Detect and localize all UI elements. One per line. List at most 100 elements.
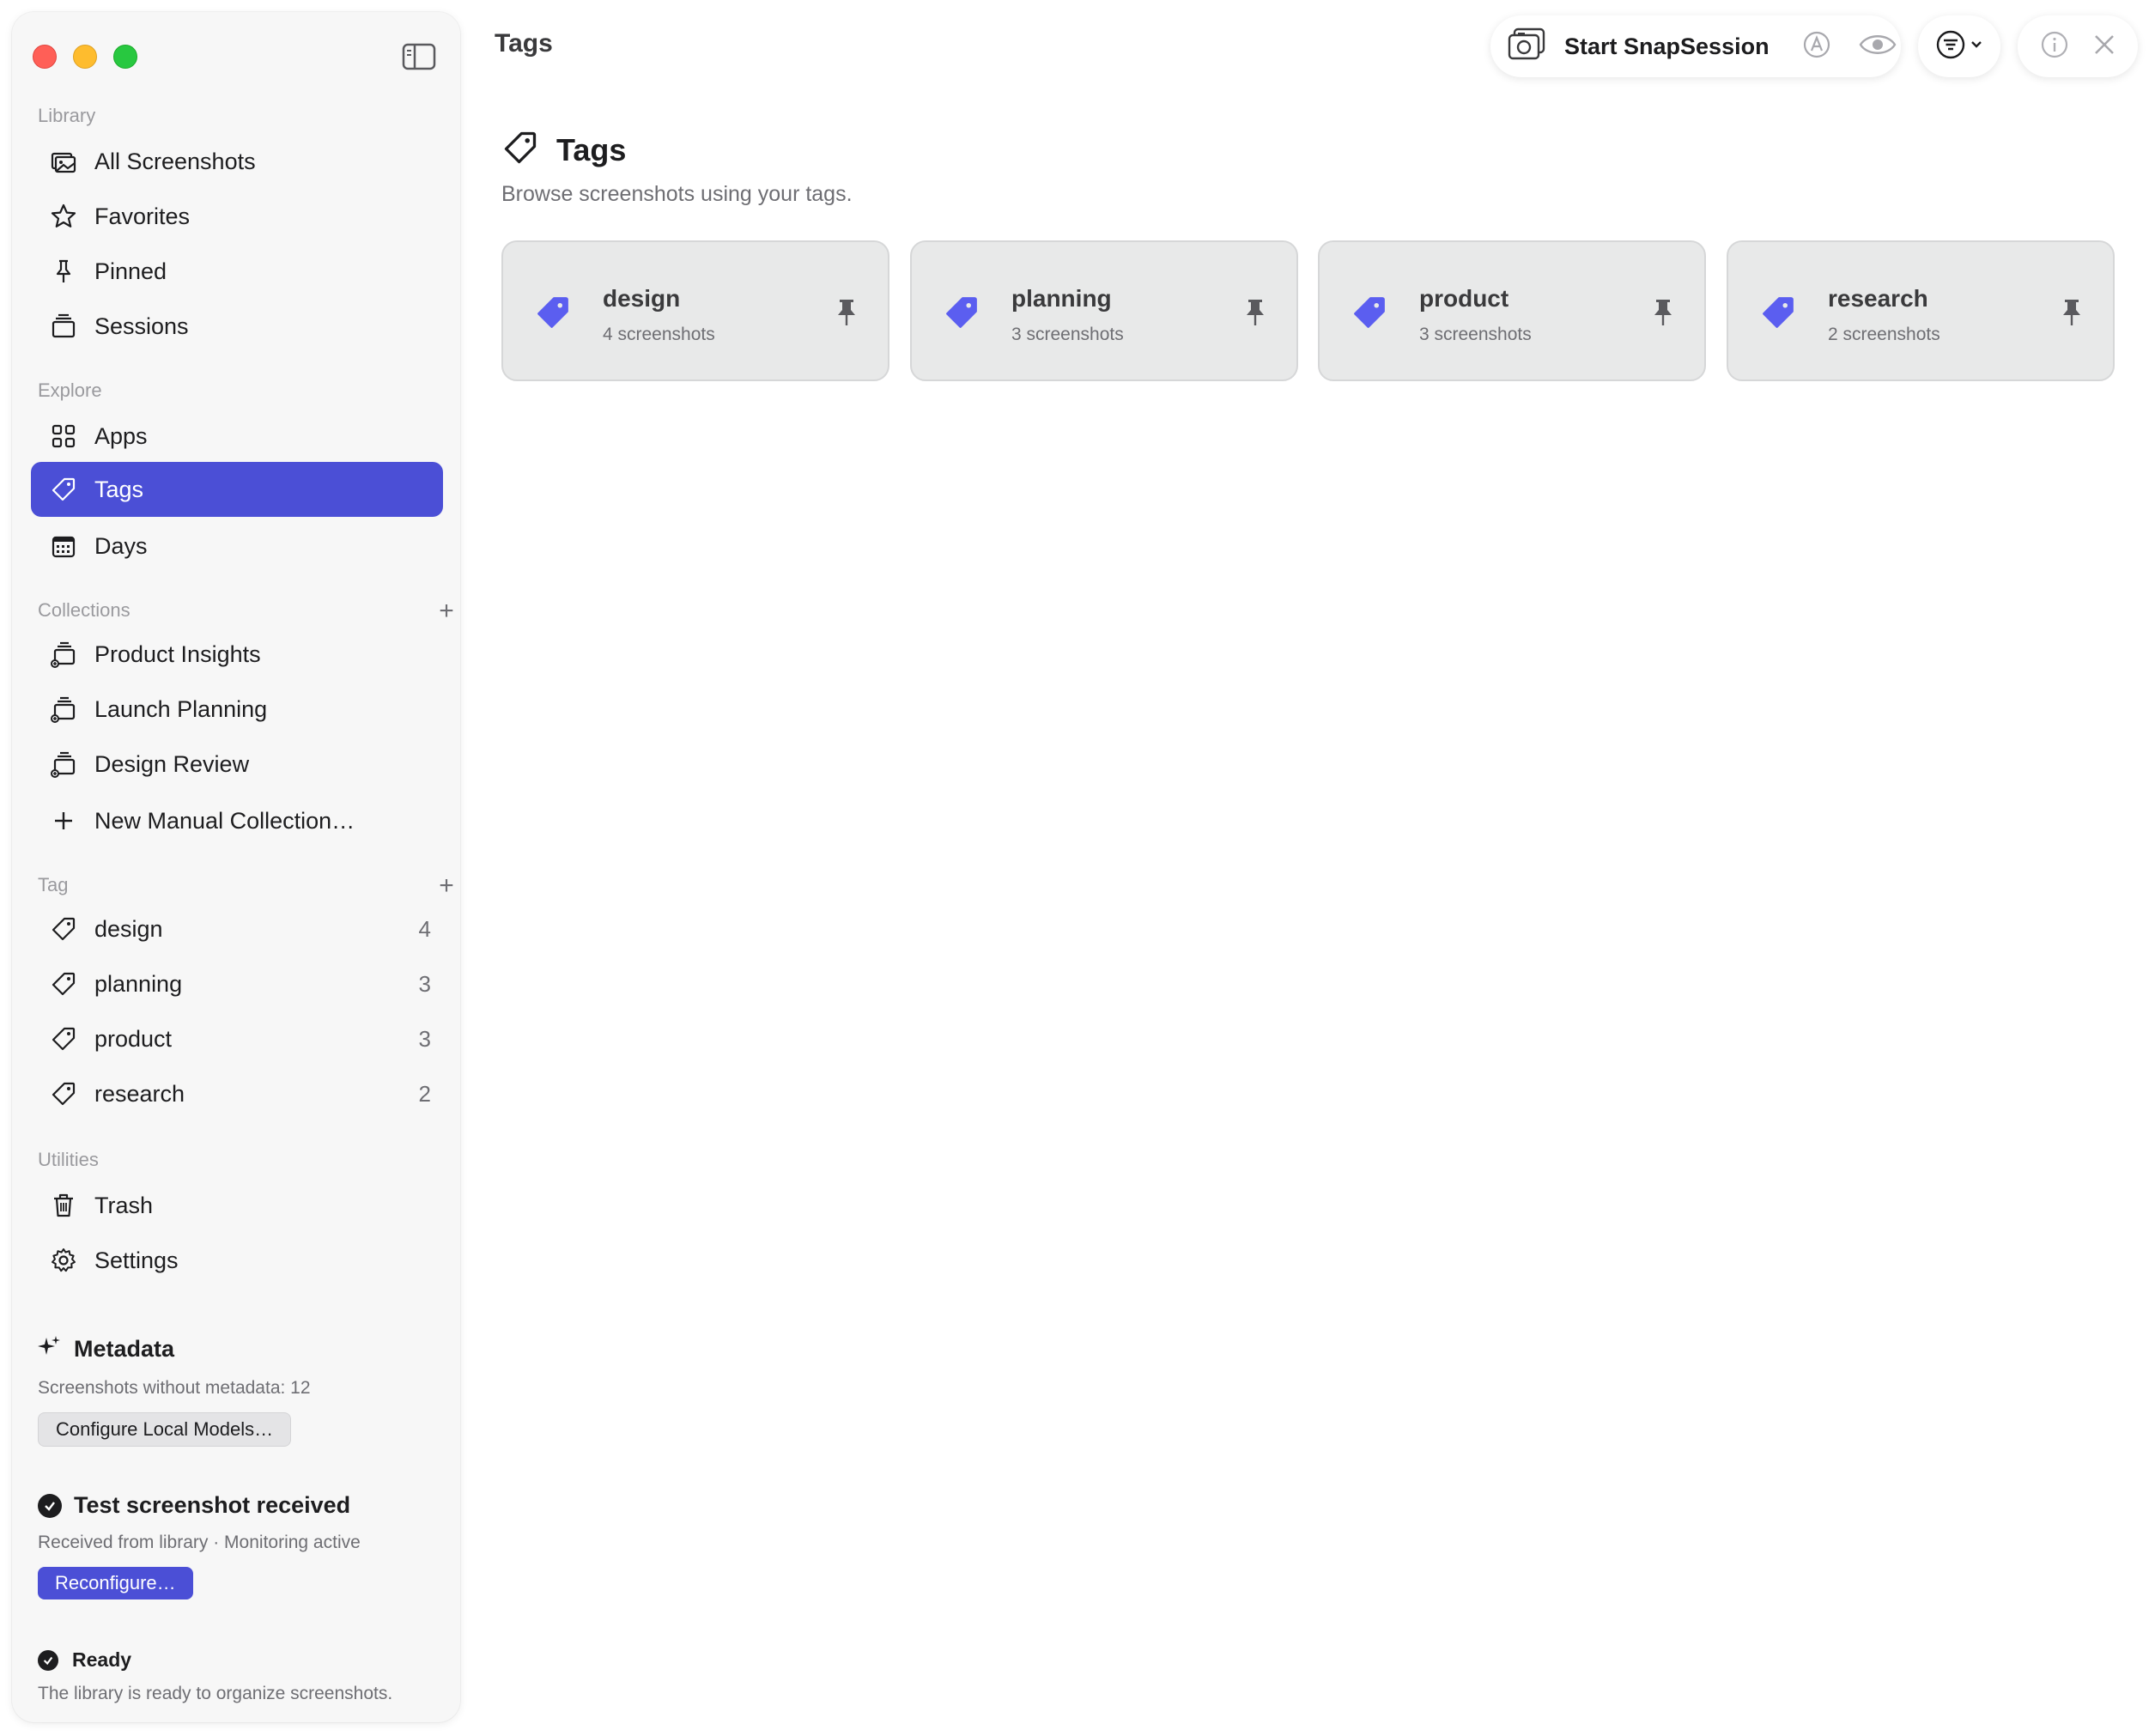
sidebar-item-days[interactable]: Days: [31, 519, 443, 574]
tag-icon: [48, 914, 79, 944]
sidebar-item-apps[interactable]: Apps: [31, 409, 443, 464]
trash-icon: [48, 1190, 79, 1221]
page-title: Tags: [556, 131, 627, 167]
sidebar-item-label: Design Review: [94, 750, 250, 777]
reconfigure-button[interactable]: Reconfigure…: [38, 1567, 193, 1599]
tag-card-research[interactable]: research 2 screenshots: [1727, 240, 2115, 381]
sidebar-item-label: Launch Planning: [94, 695, 268, 722]
pin-icon[interactable]: [2060, 297, 2084, 328]
zoom-window-button[interactable]: [113, 45, 137, 69]
collection-icon: [48, 694, 79, 725]
tag-icon: [501, 129, 539, 171]
sidebar-item-label: Sessions: [94, 313, 189, 339]
minimize-window-button[interactable]: [73, 45, 97, 69]
filter-menu-button[interactable]: [1918, 15, 2000, 77]
sidebar-item-label: All Screenshots: [94, 148, 256, 174]
info-icon[interactable]: [2040, 30, 2069, 64]
close-icon[interactable]: [2092, 33, 2116, 61]
photos-icon: [48, 146, 79, 177]
sidebar-item-label: Product Insights: [94, 640, 261, 667]
tag-count: 4: [418, 915, 431, 942]
tag-filled-icon: [1759, 294, 1797, 331]
tag-card-count: 3 screenshots: [1011, 325, 1124, 344]
eye-icon[interactable]: [1859, 32, 1897, 62]
section-label-collections: Collections: [38, 599, 131, 621]
sidebar-item-trash[interactable]: Trash: [31, 1178, 443, 1233]
section-label-library: Library: [38, 105, 96, 126]
gear-icon: [48, 1245, 79, 1276]
plus-icon: [48, 805, 79, 836]
sidebar-item-label: Trash: [94, 1192, 154, 1218]
sidebar-item-pinned[interactable]: Pinned: [31, 244, 443, 299]
tag-card-name: research: [1828, 285, 1928, 312]
sidebar-item-tag-product[interactable]: product 3: [31, 1011, 443, 1066]
calendar-icon: [48, 531, 79, 561]
window-controls: [33, 45, 137, 69]
section-label-explore: Explore: [38, 379, 102, 401]
start-snapsession-button[interactable]: Start SnapSession: [1508, 27, 1770, 66]
sidebar-item-label: Days: [94, 532, 148, 559]
sidebar-item-settings[interactable]: Settings: [31, 1233, 443, 1288]
section-label-tag: Tag: [38, 874, 69, 895]
sidebar-item-label: Pinned: [94, 258, 167, 284]
tag-filled-icon: [943, 294, 980, 331]
ready-panel: Ready The library is ready to organize s…: [38, 1648, 392, 1704]
sidebar-item-tag-research[interactable]: research 2: [31, 1066, 443, 1121]
metadata-title: Metadata: [38, 1334, 311, 1364]
stack-icon: [48, 311, 79, 342]
tag-card-name: planning: [1011, 285, 1112, 312]
metadata-panel: Metadata Screenshots without metadata: 1…: [38, 1334, 311, 1447]
tag-card-count: 2 screenshots: [1828, 325, 1940, 344]
sidebar-item-favorites[interactable]: Favorites: [31, 189, 443, 244]
filter-icon: [1935, 29, 1966, 64]
grid-icon: [48, 421, 79, 452]
tag-icon: [48, 474, 79, 505]
sidebar-item-label: Apps: [94, 422, 148, 449]
sidebar-item-all-screenshots[interactable]: All Screenshots: [31, 134, 443, 189]
sidebar-item-design-review[interactable]: Design Review: [31, 737, 443, 792]
sidebar-item-label: Favorites: [94, 203, 191, 229]
checkmark-circle-icon: [38, 1493, 62, 1518]
tag-icon: [48, 968, 79, 999]
collection-icon: [48, 639, 79, 670]
tag-filled-icon: [1351, 294, 1388, 331]
sidebar: Library All Screenshots Favorites Pinned…: [12, 12, 460, 1722]
pin-icon: [48, 256, 79, 287]
ready-subtitle: The library is ready to organize screens…: [38, 1684, 393, 1703]
close-window-button[interactable]: [33, 45, 57, 69]
tag-card-design[interactable]: design 4 screenshots: [501, 240, 889, 381]
tag-filled-icon: [534, 294, 572, 331]
sidebar-item-sessions[interactable]: Sessions: [31, 299, 443, 354]
sidebar-item-label: Tags: [94, 476, 144, 502]
tag-count: 3: [418, 970, 431, 997]
metadata-subtitle: Screenshots without metadata: 12: [38, 1378, 311, 1398]
add-tag-button[interactable]: +: [436, 873, 457, 899]
tag-card-product[interactable]: product 3 screenshots: [1318, 240, 1706, 381]
tag-card-count: 3 screenshots: [1419, 325, 1532, 344]
tag-card-planning[interactable]: planning 3 screenshots: [910, 240, 1298, 381]
sidebar-toggle-icon[interactable]: [402, 43, 436, 70]
tag-icon: [48, 1078, 79, 1109]
sidebar-item-tag-planning[interactable]: planning 3: [31, 956, 443, 1011]
page-header: Tags: [501, 129, 626, 171]
sidebar-item-product-insights[interactable]: Product Insights: [31, 627, 443, 682]
sidebar-item-label: design: [94, 915, 163, 942]
sidebar-item-tag-design[interactable]: design 4: [31, 901, 443, 956]
pin-icon[interactable]: [1243, 297, 1267, 328]
sidebar-item-tags[interactable]: Tags: [31, 462, 443, 517]
app-window: Library All Screenshots Favorites Pinned…: [0, 0, 2155, 1736]
test-status-panel: Test screenshot received Received from l…: [38, 1492, 361, 1599]
toolbar-session-group: Start SnapSession: [1490, 15, 1901, 77]
new-manual-collection-button[interactable]: New Manual Collection…: [31, 793, 443, 848]
toolbar-info-group: [2018, 15, 2138, 77]
sidebar-item-launch-planning[interactable]: Launch Planning: [31, 682, 443, 737]
star-icon: [48, 201, 79, 232]
pin-icon[interactable]: [835, 297, 859, 328]
markup-icon[interactable]: [1802, 30, 1831, 64]
add-collection-button[interactable]: +: [436, 598, 457, 624]
configure-local-models-button[interactable]: Configure Local Models…: [38, 1412, 292, 1447]
camera-icon: [1508, 27, 1564, 66]
chevron-down-icon: [1970, 39, 1983, 54]
pin-icon[interactable]: [1651, 297, 1675, 328]
sparkles-icon: [38, 1334, 62, 1364]
